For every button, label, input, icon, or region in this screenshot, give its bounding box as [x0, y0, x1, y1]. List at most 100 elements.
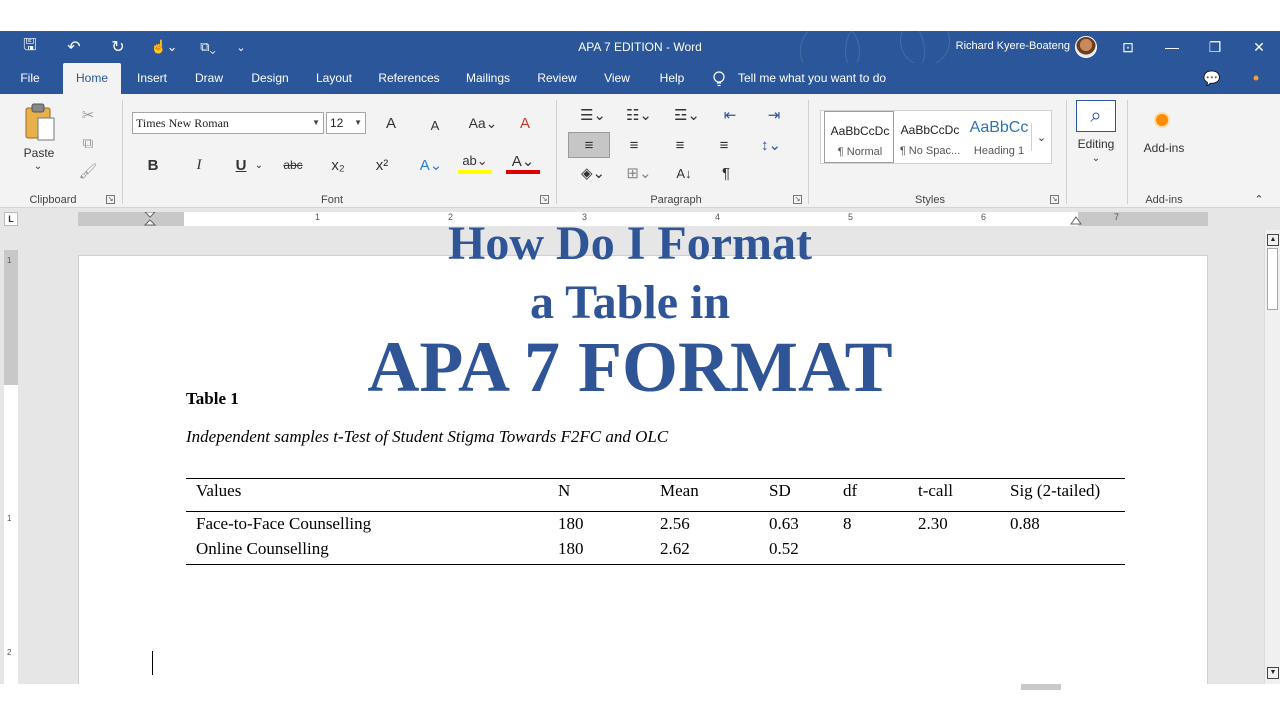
restore-icon[interactable]: ❐ [1198, 31, 1232, 63]
tab-design[interactable]: Design [244, 63, 296, 94]
justify-button[interactable]: ≡ [710, 134, 738, 156]
underline-dropdown-icon[interactable]: ⌄ [252, 154, 266, 176]
vruler-number: 2 [7, 648, 12, 657]
comments-icon[interactable]: 💬 [1200, 63, 1224, 94]
user-name[interactable]: Richard Kyere-Boateng [940, 40, 1070, 52]
format-painter-icon[interactable]: 🖌 [76, 160, 100, 182]
search-icon[interactable]: ⌕ [1076, 100, 1116, 132]
bullets-icon[interactable]: ☰⌄ [574, 104, 612, 126]
share-dot-icon[interactable]: • [1244, 63, 1268, 94]
highlight-color-icon[interactable]: ab⌄ [458, 152, 492, 174]
headline-line-2: a Table in [529, 276, 731, 329]
line-spacing-icon[interactable]: ↕⌄ [754, 134, 788, 156]
numbering-icon[interactable]: ☷⌄ [620, 104, 658, 126]
strikethrough-button[interactable]: abc [278, 154, 308, 176]
table-header-rule [186, 511, 1125, 512]
tab-layout[interactable]: Layout [308, 63, 360, 94]
align-left-button[interactable]: ≡ [568, 132, 610, 158]
tab-insert[interactable]: Insert [130, 63, 174, 94]
clear-formatting-icon[interactable]: A [512, 112, 538, 134]
align-right-button[interactable]: ≡ [666, 134, 694, 156]
tab-references[interactable]: References [374, 63, 444, 94]
ribbon-home: Paste ⌄ ✂ ⧉ 🖌 Clipboard ↘ Times New Roma… [0, 94, 1280, 208]
change-case-icon[interactable]: Aa⌄ [466, 112, 500, 134]
group-separator [808, 100, 809, 204]
show-formatting-marks-icon[interactable]: ¶ [712, 162, 740, 184]
save-icon[interactable]: 🖫 [16, 31, 44, 63]
font-name-field[interactable]: Times New Roman ▼ [132, 112, 324, 134]
ribbon-tab-bar: File Home Insert Draw Design Layout Refe… [0, 63, 1280, 94]
scroll-down-icon[interactable]: ▼ [1267, 667, 1279, 679]
borders-icon[interactable]: ⊞⌄ [620, 162, 658, 184]
horizontal-scrollbar-thumb[interactable] [1021, 684, 1061, 690]
collapse-ribbon-icon[interactable]: ⌃ [1250, 192, 1268, 206]
ribbon-display-options-icon[interactable]: ⊡ [1111, 31, 1145, 63]
style-heading-1[interactable]: AaBbCc Heading 1 [964, 111, 1034, 163]
font-size-dropdown-icon[interactable]: ▼ [354, 113, 362, 133]
tab-mailings[interactable]: Mailings [458, 63, 518, 94]
minimize-icon[interactable]: — [1155, 31, 1189, 63]
style-no-spacing[interactable]: AaBbCcDc ¶ No Spac... [895, 111, 965, 163]
touch-mode-icon[interactable]: ☝⌄ [146, 31, 182, 63]
table-title: Independent samples t-Test of Student St… [186, 427, 669, 446]
tab-help[interactable]: Help [652, 63, 692, 94]
bold-button[interactable]: B [142, 154, 164, 176]
tab-home[interactable]: Home [63, 63, 121, 94]
font-name-dropdown-icon[interactable]: ▼ [312, 113, 320, 133]
center-button[interactable]: ≡ [620, 134, 648, 156]
superscript-button[interactable]: x² [368, 154, 396, 176]
cut-icon[interactable]: ✂ [76, 104, 100, 126]
customize-qat-icon[interactable]: ⌄ [232, 31, 250, 63]
font-launcher-icon[interactable]: ↘ [540, 195, 549, 204]
undo-icon[interactable]: ↶ [60, 31, 88, 63]
text-effects-icon[interactable]: A⌄ [414, 154, 448, 176]
paragraph-launcher-icon[interactable]: ↘ [793, 195, 802, 204]
shading-icon[interactable]: ◈⌄ [574, 162, 612, 184]
group-separator [556, 100, 557, 204]
grow-font-icon[interactable]: A [380, 112, 402, 134]
close-icon[interactable]: ✕ [1242, 31, 1276, 63]
copy-icon[interactable]: ⧉ [76, 132, 100, 154]
tab-view[interactable]: View [596, 63, 638, 94]
italic-button[interactable]: I [188, 154, 210, 176]
decrease-indent-icon[interactable]: ⇤ [716, 104, 744, 126]
tab-draw[interactable]: Draw [188, 63, 230, 94]
table-header-mean: Mean [660, 481, 699, 500]
tell-me-search[interactable]: Tell me what you want to do [738, 63, 886, 94]
underline-button[interactable]: U [230, 154, 252, 176]
editing-button[interactable]: Editing [1070, 136, 1122, 152]
clipboard-launcher-icon[interactable]: ↘ [106, 195, 115, 204]
font-color-icon[interactable]: A⌄ [506, 152, 540, 174]
add-ins-button[interactable]: Add-ins [1136, 140, 1192, 156]
editing-chevron-icon[interactable]: ⌄ [1086, 152, 1106, 164]
styles-launcher-icon[interactable]: ↘ [1050, 195, 1059, 204]
redo-icon[interactable]: ↻ [104, 31, 132, 63]
sort-icon[interactable]: A↓ [670, 162, 698, 184]
multilevel-list-icon[interactable]: ☲⌄ [668, 104, 706, 126]
scroll-up-icon[interactable]: ▲ [1267, 234, 1279, 246]
subscript-button[interactable]: x₂ [324, 154, 352, 176]
avatar[interactable] [1075, 36, 1097, 58]
increase-indent-icon[interactable]: ⇥ [760, 104, 788, 126]
scrollbar-thumb[interactable] [1267, 248, 1278, 310]
table-cell: 180 [558, 539, 584, 558]
paste-options-chevron-icon[interactable]: ⌄ [28, 160, 48, 172]
format-qat-icon[interactable]: ⧉⌄ [194, 31, 222, 63]
add-ins-icon[interactable] [1156, 114, 1168, 126]
tab-review[interactable]: Review [532, 63, 582, 94]
font-size-field[interactable]: 12 ▼ [326, 112, 366, 134]
styles-more-icon[interactable]: ⌄ [1031, 123, 1051, 151]
paste-icon[interactable] [24, 102, 58, 142]
style-no-spacing-name: ¶ No Spac... [899, 145, 961, 157]
shrink-font-icon[interactable]: A [424, 114, 446, 136]
style-heading-1-sample: AaBbCc [969, 119, 1029, 136]
vertical-scrollbar[interactable]: ▲ ▼ [1264, 230, 1280, 684]
style-normal[interactable]: AaBbCcDc ¶ Normal [824, 111, 894, 163]
table-cell: 180 [558, 514, 584, 533]
font-group-label: Font [320, 194, 343, 206]
group-separator [1066, 100, 1067, 204]
style-normal-name: ¶ Normal [837, 146, 883, 158]
table-bottom-rule [186, 564, 1125, 565]
tab-file[interactable]: File [10, 63, 50, 94]
lightbulb-icon [713, 71, 725, 87]
